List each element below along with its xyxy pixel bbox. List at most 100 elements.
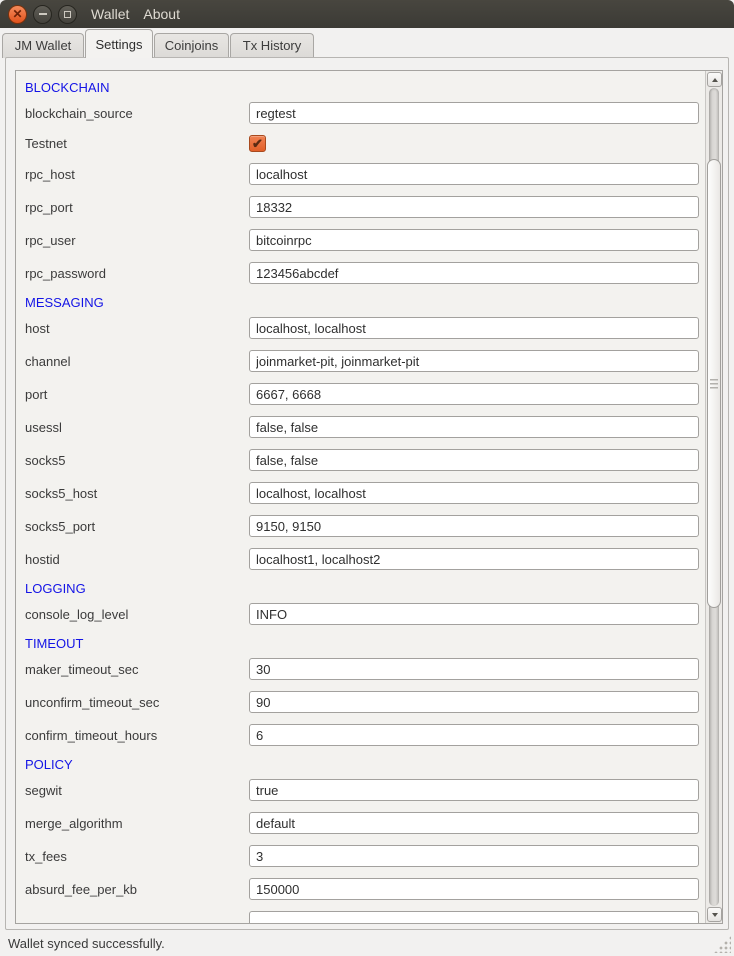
field-input-merge_algorithm[interactable] [249,812,699,834]
maximize-button[interactable] [58,5,77,24]
field-input-rpc_password[interactable] [249,262,699,284]
field-input-clipped[interactable] [249,911,699,923]
form-row: unconfirm_timeout_sec [25,691,699,713]
form-row: blockchain_source [25,102,699,124]
field-input-segwit[interactable] [249,779,699,801]
scroll-down-button[interactable] [707,907,722,922]
scrollbar-thumb[interactable] [707,159,721,608]
form-row: host [25,317,699,339]
field-label-merge_algorithm: merge_algorithm [25,816,249,831]
maximize-icon [64,11,71,18]
form-row: console_log_level [25,603,699,625]
field-input-rpc_user[interactable] [249,229,699,251]
field-label-segwit: segwit [25,783,249,798]
field-input-channel[interactable] [249,350,699,372]
field-input-usessl[interactable] [249,416,699,438]
settings-form: BLOCKCHAIN blockchain_source Testnet✔ rpc_h… [16,71,705,923]
arrow-down-icon [712,913,718,917]
field-input-hostid[interactable] [249,548,699,570]
close-icon: ✕ [12,8,22,20]
field-label-maker_timeout_sec: maker_timeout_sec [25,662,249,677]
field-label-port: port [25,387,249,402]
section-header-timeout: TIMEOUT [25,636,699,651]
field-input-blockchain_source[interactable] [249,102,699,124]
field-label-blockchain_source: blockchain_source [25,106,249,121]
form-row: absurd_fee_per_kb [25,878,699,900]
form-row: rpc_user [25,229,699,251]
settings-pane: BLOCKCHAIN blockchain_source Testnet✔ rpc_h… [5,57,729,930]
field-label-channel: channel [25,354,249,369]
form-row: rpc_password [25,262,699,284]
section-header-logging: LOGGING [25,581,699,596]
field-input-console_log_level[interactable] [249,603,699,625]
field-label-rpc_user: rpc_user [25,233,249,248]
field-label-host: host [25,321,249,336]
tab-settings[interactable]: Settings [85,29,153,58]
field-input-unconfirm_timeout_sec[interactable] [249,691,699,713]
minimize-icon [39,13,47,15]
status-message: Wallet synced successfully. [8,936,165,951]
field-label-hostid: hostid [25,552,249,567]
titlebar: ✕ Wallet About [0,0,734,28]
vertical-scrollbar[interactable] [705,71,722,923]
field-input-rpc_host[interactable] [249,163,699,185]
field-label-unconfirm_timeout_sec: unconfirm_timeout_sec [25,695,249,710]
field-label-Testnet: Testnet [25,136,249,151]
menu-about[interactable]: About [143,6,180,22]
form-row: rpc_host [25,163,699,185]
field-input-confirm_timeout_hours[interactable] [249,724,699,746]
field-input-port[interactable] [249,383,699,405]
field-label-absurd_fee_per_kb: absurd_fee_per_kb [25,882,249,897]
form-row: socks5 [25,449,699,471]
form-row: usessl [25,416,699,438]
status-bar: Wallet synced successfully. [0,930,734,956]
tab-coinjoins[interactable]: Coinjoins [154,33,229,58]
field-label-confirm_timeout_hours: confirm_timeout_hours [25,728,249,743]
scrollbar-grip-icon [710,379,718,389]
form-row: socks5_host [25,482,699,504]
minimize-button[interactable] [33,5,52,24]
scroll-viewport: BLOCKCHAIN blockchain_source Testnet✔ rpc_h… [16,71,705,923]
field-label-rpc_host: rpc_host [25,167,249,182]
form-row: merge_algorithm [25,812,699,834]
field-input-tx_fees[interactable] [249,845,699,867]
form-row: tx_fees [25,845,699,867]
field-label-rpc_password: rpc_password [25,266,249,281]
field-label-usessl: usessl [25,420,249,435]
resize-grip[interactable] [714,936,731,953]
form-row: socks5_port [25,515,699,537]
section-header-blockchain: BLOCKCHAIN [25,80,699,95]
field-input-socks5_port[interactable] [249,515,699,537]
tab-tx-history[interactable]: Tx History [230,33,314,58]
form-row: confirm_timeout_hours [25,724,699,746]
checkbox-testnet[interactable]: ✔ [249,135,266,152]
tab-jm-wallet[interactable]: JM Wallet [2,33,84,58]
form-row: maker_timeout_sec [25,658,699,680]
form-row: channel [25,350,699,372]
field-input-absurd_fee_per_kb[interactable] [249,878,699,900]
scroll-up-button[interactable] [707,72,722,87]
field-input-rpc_port[interactable] [249,196,699,218]
settings-scroll-area: BLOCKCHAIN blockchain_source Testnet✔ rpc_h… [15,70,723,924]
field-input-host[interactable] [249,317,699,339]
arrow-up-icon [712,78,718,82]
form-row: port [25,383,699,405]
checkmark-icon: ✔ [252,137,263,150]
field-label-socks5: socks5 [25,453,249,468]
field-label-console_log_level: console_log_level [25,607,249,622]
field-input-maker_timeout_sec[interactable] [249,658,699,680]
form-row: rpc_port [25,196,699,218]
field-input-socks5_host[interactable] [249,482,699,504]
menu-wallet[interactable]: Wallet [91,6,129,22]
field-input-socks5[interactable] [249,449,699,471]
form-row: Testnet✔ [25,135,699,152]
field-label-socks5_port: socks5_port [25,519,249,534]
tab-bar: JM Wallet Settings Coinjoins Tx History [0,28,734,58]
field-label-socks5_host: socks5_host [25,486,249,501]
section-header-messaging: MESSAGING [25,295,699,310]
form-row: segwit [25,779,699,801]
close-button[interactable]: ✕ [8,5,27,24]
form-row: hostid [25,548,699,570]
section-header-policy: POLICY [25,757,699,772]
field-label-tx_fees: tx_fees [25,849,249,864]
